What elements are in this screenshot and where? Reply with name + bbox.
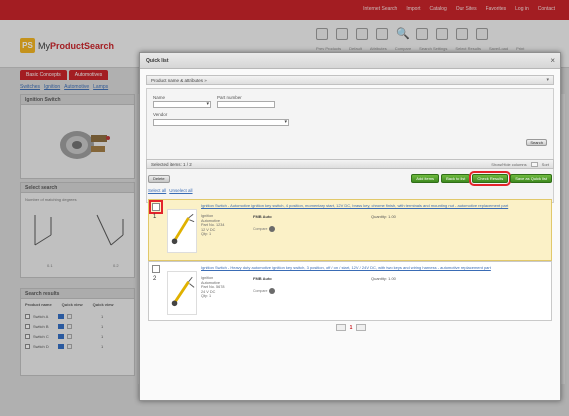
modal-title: Quick list — [140, 53, 560, 69]
part-number-input[interactable] — [217, 101, 275, 108]
vendor-select[interactable]: ▾ — [153, 119, 289, 126]
current-page[interactable]: 1 — [350, 325, 353, 331]
add-items-button[interactable]: Add items — [411, 174, 440, 183]
select-bar-label: Product name & attributes » — [151, 78, 207, 83]
product-thumbnail[interactable] — [167, 271, 197, 315]
vendor-label: Vendor — [153, 112, 168, 117]
product-title-link[interactable]: Ignition Switch - Heavy duty automotive … — [201, 265, 547, 275]
unselect-all-link[interactable]: Unselect all — [169, 188, 192, 193]
action-buttons: Add items Back to list Check Results Sav… — [411, 171, 552, 186]
product-quantity: Quantity: 1.00 — [371, 214, 396, 219]
select-all-link[interactable]: Select all — [148, 188, 166, 193]
prev-page-button[interactable] — [335, 324, 346, 331]
product-thumbnail[interactable] — [167, 209, 197, 253]
results-bar-controls: Show/Hide columns Sort — [491, 162, 549, 167]
sort-label[interactable]: Sort — [542, 162, 549, 167]
flag-icon — [269, 226, 276, 232]
quick-list-modal: Quick list × Product name & attributes »… — [139, 52, 561, 401]
results-count: Selected items: 1 / 2 — [151, 162, 192, 167]
compare-flag[interactable]: Compare — [253, 288, 276, 294]
chevron-down-icon: ▾ — [546, 77, 549, 83]
product-brand: FMB Auto — [253, 214, 272, 219]
pagination: 1 — [140, 324, 560, 331]
results-actions: Delete Add items Back to list Check Resu… — [146, 171, 554, 186]
item-checkbox[interactable] — [152, 265, 160, 273]
name-select[interactable]: ▾ — [153, 101, 211, 108]
next-page-button[interactable] — [356, 324, 367, 331]
result-card[interactable]: 2 Ignition Switch - Heavy duty automotiv… — [148, 261, 552, 321]
item-index: 2 — [153, 276, 157, 282]
product-meta: Ignition Automotive Part No. 5678 24 V D… — [201, 276, 225, 299]
product-brand: FMB Auto — [253, 276, 272, 281]
columns-toggle[interactable]: Show/Hide columns — [491, 162, 526, 167]
back-to-list-button[interactable]: Back to list — [441, 174, 471, 183]
select-columns-bar[interactable]: Product name & attributes » ▾ — [146, 75, 554, 85]
product-meta: Ignition Automotive Part No. 1234 12 V D… — [201, 214, 225, 237]
part-number-label: Part number — [217, 95, 242, 100]
result-card[interactable]: 1 Ignition Switch - Automotive ignition … — [148, 199, 552, 261]
item-index: 1 — [153, 214, 157, 220]
selection-links: Select all Unselect all — [148, 188, 193, 193]
sort-icon[interactable] — [530, 162, 538, 167]
name-label: Name — [153, 95, 166, 100]
search-button[interactable]: Search — [526, 139, 547, 146]
compare-flag[interactable]: Compare — [253, 226, 276, 232]
chevron-down-icon: ▾ — [284, 119, 287, 125]
product-title-link[interactable]: Ignition Switch - Automotive ignition ke… — [201, 203, 547, 213]
item-checkbox[interactable] — [149, 200, 163, 214]
chevron-down-icon: ▾ — [206, 101, 209, 107]
results-bar: Selected items: 1 / 2 Show/Hide columns … — [146, 159, 554, 169]
flag-icon — [269, 288, 276, 294]
delete-button[interactable]: Delete — [148, 175, 170, 183]
save-quick-list-button[interactable]: Save as Quick list — [510, 174, 552, 183]
check-results-button[interactable]: Check Results — [469, 171, 512, 186]
close-icon[interactable]: × — [550, 56, 555, 66]
product-quantity: Quantity: 1.00 — [371, 276, 396, 281]
